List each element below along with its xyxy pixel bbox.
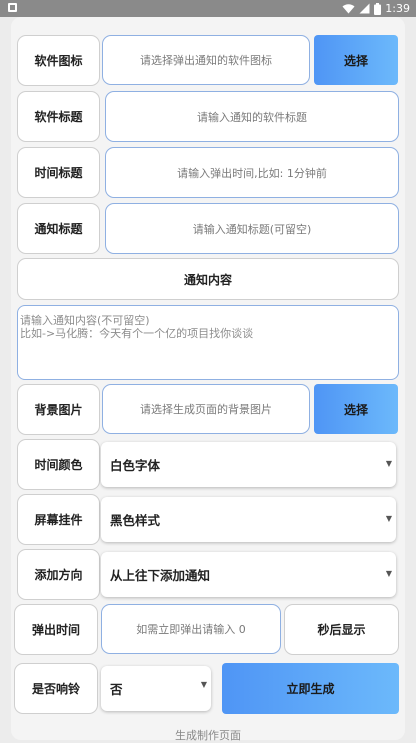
add-direction-label: 添加方向 <box>17 549 100 600</box>
ring-label: 是否响铃 <box>14 663 98 714</box>
notify-title-label: 通知标题 <box>17 203 100 254</box>
battery-icon <box>374 2 382 15</box>
background-label: 背景图片 <box>17 384 100 435</box>
select-background-button[interactable]: 选择 <box>314 384 398 434</box>
background-picker-field[interactable]: 请选择生成页面的背景图片 <box>102 384 310 434</box>
footer-text: 生成制作页面 <box>175 729 241 742</box>
popup-time-label: 弹出时间 <box>14 604 98 655</box>
time-title-label: 时间标题 <box>17 147 100 198</box>
notify-title-input[interactable]: 请输入通知标题(可留空) <box>105 203 399 254</box>
screen-widget-value: 黑色样式 <box>110 513 161 528</box>
notification-icon <box>8 3 17 12</box>
content-placeholder-line2: 比如->马化腾：今天有个一个亿的项目找你谈谈 <box>20 327 254 340</box>
chevron-down-icon: ▼ <box>385 458 392 468</box>
time-color-select[interactable]: 白色字体 ▼ <box>101 442 396 487</box>
status-indicators: 1:39 <box>342 1 410 16</box>
time-color-label: 时间颜色 <box>17 439 100 490</box>
content-textarea[interactable]: 请输入通知内容(不可留空) 比如->马化腾：今天有个一个亿的项目找你谈谈 <box>17 305 399 380</box>
status-time: 1:39 <box>385 2 410 15</box>
icon-picker-field[interactable]: 请选择弹出通知的软件图标 <box>102 35 310 85</box>
time-color-value: 白色字体 <box>110 458 161 473</box>
time-title-input[interactable]: 请输入弹出时间,比如: 1分钟前 <box>105 147 399 198</box>
ring-select[interactable]: 否 ▼ <box>101 666 211 711</box>
ring-value: 否 <box>110 682 123 697</box>
add-direction-value: 从上往下添加通知 <box>110 568 211 583</box>
popup-time-suffix: 秒后显示 <box>284 604 399 655</box>
content-placeholder-line1: 请输入通知内容(不可留空) <box>20 314 150 327</box>
chevron-down-icon: ▼ <box>200 679 207 689</box>
wifi-icon <box>342 4 355 14</box>
screen-widget-label: 屏幕挂件 <box>17 494 100 545</box>
chevron-down-icon: ▼ <box>385 513 392 523</box>
icon-label: 软件图标 <box>17 35 100 86</box>
chevron-down-icon: ▼ <box>385 568 392 578</box>
generate-button[interactable]: 立即生成 <box>222 663 399 714</box>
popup-time-input[interactable]: 如需立即弹出请输入 0 <box>101 604 281 654</box>
content-header: 通知内容 <box>17 258 399 300</box>
status-bar: 1:39 <box>0 0 416 17</box>
add-direction-select[interactable]: 从上往下添加通知 ▼ <box>101 552 396 597</box>
app-title-label: 软件标题 <box>17 91 100 142</box>
select-icon-button[interactable]: 选择 <box>314 35 398 85</box>
signal-icon <box>359 3 370 14</box>
screen-widget-select[interactable]: 黑色样式 ▼ <box>101 497 396 542</box>
app-title-input[interactable]: 请输入通知的软件标题 <box>105 91 399 142</box>
